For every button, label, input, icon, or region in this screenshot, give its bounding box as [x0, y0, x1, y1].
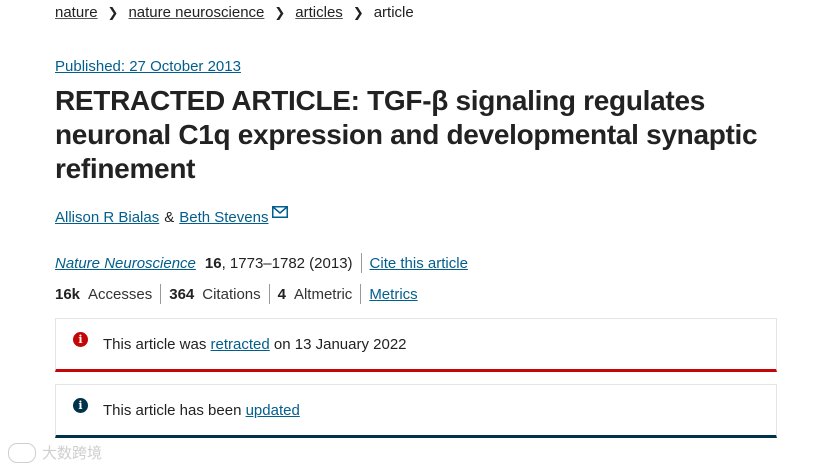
watermark-text: 大数跨境 — [42, 445, 103, 462]
mail-icon[interactable] — [272, 205, 289, 222]
update-notice: i This article has been updated — [55, 384, 777, 438]
chevron-right-icon: ❯ — [107, 4, 119, 20]
watermark-logo-icon — [8, 442, 36, 463]
author-list: Allison R Bialas & Beth Stevens — [55, 206, 289, 226]
breadcrumb-item-nature-neuroscience[interactable]: nature neuroscience — [128, 4, 264, 21]
citation-line: Nature Neuroscience 16 , 1773–1782 (2013… — [55, 253, 468, 273]
chevron-right-icon: ❯ — [274, 4, 286, 20]
divider — [360, 253, 362, 273]
divider — [160, 284, 162, 304]
divider — [360, 284, 362, 304]
volume-number: 16 — [204, 254, 222, 272]
metrics-link[interactable]: Metrics — [369, 286, 417, 303]
info-icon: i — [73, 397, 88, 413]
divider — [268, 284, 270, 304]
update-notice-text: This article has been updated — [103, 401, 300, 419]
journal-link[interactable]: Nature Neuroscience — [55, 255, 196, 272]
citations-count: 364 — [169, 285, 195, 303]
chevron-right-icon: ❯ — [352, 4, 364, 20]
article-title: RETRACTED ARTICLE: TGF-β signaling regul… — [55, 85, 758, 184]
retracted-link[interactable]: retracted — [211, 336, 270, 353]
breadcrumb: nature ❯ nature neuroscience ❯ articles … — [55, 4, 414, 21]
retraction-notice: i This article was retracted on 13 Janua… — [55, 318, 777, 372]
watermark: 大数跨境 — [8, 442, 102, 463]
accesses-label: Accesses — [88, 285, 153, 303]
published-date-link[interactable]: Published: 27 October 2013 — [55, 58, 241, 75]
author-link-bialas[interactable]: Allison R Bialas — [55, 209, 159, 226]
pages-year: , 1773–1782 (2013) — [221, 254, 353, 272]
updated-link[interactable]: updated — [246, 402, 300, 419]
metrics-bar: 16k Accesses 364 Citations 4 Altmetric M… — [55, 284, 418, 304]
altmetric-label: Altmetric — [293, 285, 353, 303]
cite-article-link[interactable]: Cite this article — [370, 255, 468, 272]
breadcrumb-current: article — [373, 4, 414, 21]
author-link-stevens[interactable]: Beth Stevens — [179, 209, 268, 226]
breadcrumb-item-nature[interactable]: nature — [55, 4, 98, 21]
breadcrumb-item-articles[interactable]: articles — [295, 4, 343, 21]
info-icon: i — [73, 331, 88, 347]
author-separator: & — [164, 209, 175, 226]
altmetric-score: 4 — [277, 285, 286, 303]
accesses-count: 16k — [55, 285, 81, 303]
citations-label: Citations — [202, 285, 261, 303]
retraction-notice-text: This article was retracted on 13 January… — [103, 335, 407, 353]
